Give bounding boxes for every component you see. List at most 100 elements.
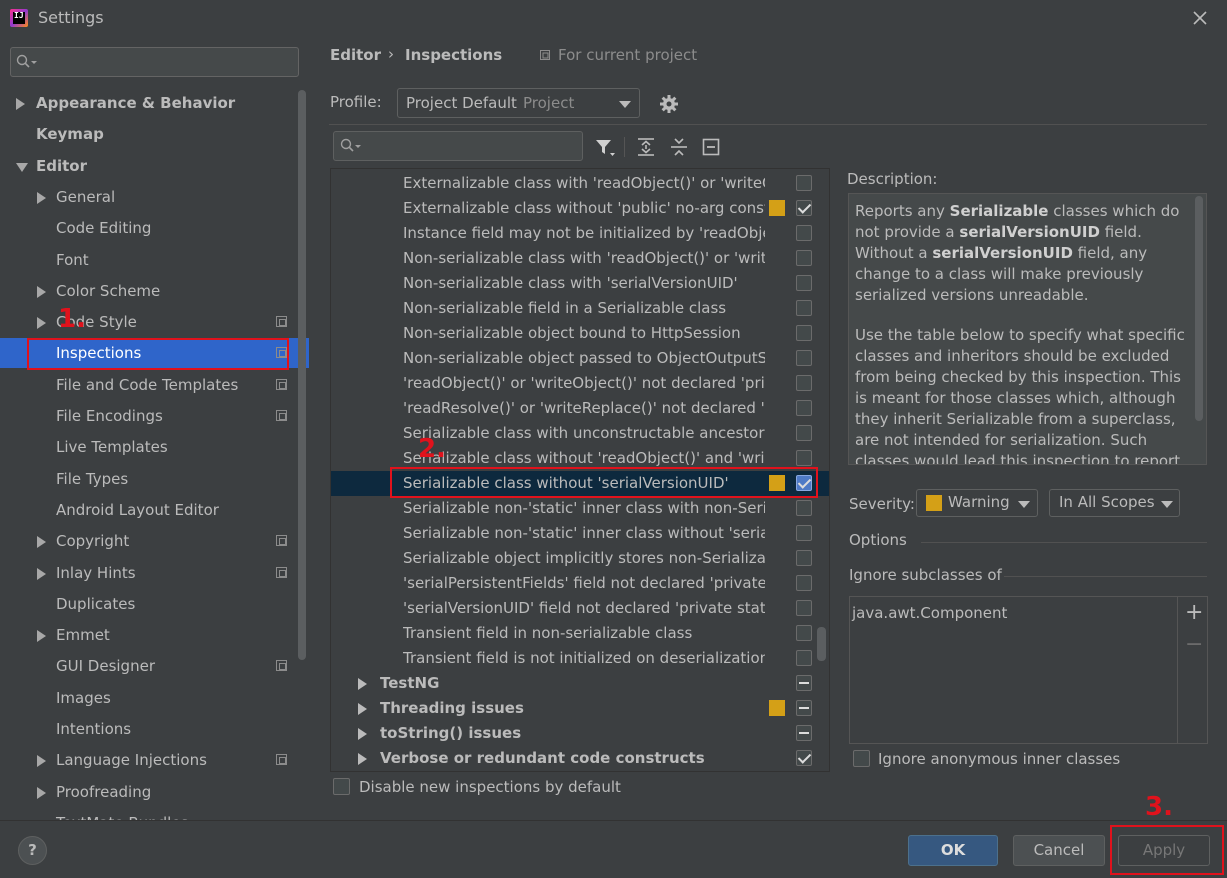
- inspection-tree-scrollbar[interactable]: [817, 627, 826, 661]
- sidebar-item-intentions[interactable]: Intentions: [0, 714, 296, 744]
- inspection-checkbox[interactable]: [796, 225, 812, 241]
- scope-dropdown[interactable]: In All Scopes: [1049, 489, 1180, 517]
- gear-icon[interactable]: [659, 94, 679, 114]
- sidebar-search-input[interactable]: [10, 47, 299, 77]
- inspection-checkbox[interactable]: [796, 350, 812, 366]
- close-icon[interactable]: [1188, 6, 1212, 30]
- inspection-checkbox[interactable]: [796, 725, 812, 741]
- sidebar-item-inlay-hints[interactable]: Inlay Hints: [0, 558, 296, 588]
- breadcrumb-editor[interactable]: Editor: [330, 46, 381, 64]
- inspection-row[interactable]: Instance field may not be initialized by…: [331, 221, 829, 246]
- inspection-row[interactable]: Non-serializable class with 'serialVersi…: [331, 271, 829, 296]
- inspection-checkbox[interactable]: [796, 375, 812, 391]
- collapse-all-icon[interactable]: [668, 136, 690, 158]
- ignore-list-item[interactable]: java.awt.Component: [852, 604, 1007, 622]
- sidebar-item-code-editing[interactable]: Code Editing: [0, 213, 296, 243]
- chevron-right-icon[interactable]: [358, 703, 367, 715]
- sidebar-item-file-types[interactable]: File Types: [0, 464, 296, 494]
- inspection-checkbox[interactable]: [796, 700, 812, 716]
- inspection-row[interactable]: Serializable class with unconstructable …: [331, 421, 829, 446]
- sidebar-item-editor[interactable]: Editor: [0, 151, 296, 181]
- ignore-anonymous-checkbox[interactable]: [853, 750, 870, 767]
- sidebar-item-textmate-bundles[interactable]: TextMate Bundles: [0, 808, 296, 820]
- inspection-checkbox[interactable]: [796, 575, 812, 591]
- inspection-row[interactable]: 'serialVersionUID' field not declared 'p…: [331, 596, 829, 621]
- add-icon[interactable]: +: [1185, 600, 1203, 625]
- sidebar-item-appearance-behavior[interactable]: Appearance & Behavior: [0, 88, 296, 118]
- sidebar-item-general[interactable]: General: [0, 182, 296, 212]
- remove-icon[interactable]: −: [1185, 632, 1203, 657]
- inspection-filter-input[interactable]: [333, 131, 583, 161]
- inspection-checkbox[interactable]: [796, 675, 812, 691]
- sidebar-item-code-style[interactable]: Code Style: [0, 307, 296, 337]
- chevron-right-icon[interactable]: [37, 567, 46, 580]
- severity-dropdown[interactable]: Warning: [916, 489, 1038, 517]
- inspection-row[interactable]: 'readObject()' or 'writeObject()' not de…: [331, 371, 829, 396]
- inspection-checkbox[interactable]: [796, 750, 812, 766]
- sidebar-item-duplicates[interactable]: Duplicates: [0, 589, 296, 619]
- inspection-row[interactable]: Non-serializable field in a Serializable…: [331, 296, 829, 321]
- inspection-group-row[interactable]: Threading issues: [331, 696, 829, 721]
- chevron-right-icon[interactable]: [358, 728, 367, 740]
- inspection-group-row[interactable]: TestNG: [331, 671, 829, 696]
- chevron-down-icon[interactable]: [16, 162, 28, 172]
- chevron-right-icon[interactable]: [37, 755, 46, 768]
- chevron-right-icon[interactable]: [37, 536, 46, 549]
- sidebar-item-language-injections[interactable]: Language Injections: [0, 745, 296, 775]
- inspection-checkbox[interactable]: [796, 250, 812, 266]
- inspection-row[interactable]: Serializable object implicitly stores no…: [331, 546, 829, 571]
- sidebar-item-proofreading[interactable]: Proofreading: [0, 777, 296, 807]
- filter-icon[interactable]: [594, 136, 616, 158]
- sidebar-item-copyright[interactable]: Copyright: [0, 526, 296, 556]
- sidebar-item-keymap[interactable]: Keymap: [0, 119, 296, 149]
- inspection-row[interactable]: Externalizable class without 'public' no…: [331, 196, 829, 221]
- description-scrollbar[interactable]: [1195, 196, 1203, 421]
- inspection-checkbox[interactable]: [796, 500, 812, 516]
- inspection-checkbox[interactable]: [796, 175, 812, 191]
- chevron-right-icon[interactable]: [37, 317, 46, 330]
- inspection-checkbox[interactable]: [796, 325, 812, 341]
- sidebar-item-font[interactable]: Font: [0, 245, 296, 275]
- inspection-checkbox[interactable]: [796, 600, 812, 616]
- ok-button[interactable]: OK: [908, 835, 998, 866]
- chevron-right-icon[interactable]: [37, 285, 46, 298]
- inspection-row[interactable]: Serializable non-'static' inner class wi…: [331, 496, 829, 521]
- disable-new-inspections-checkbox[interactable]: [333, 778, 350, 795]
- sidebar-item-live-templates[interactable]: Live Templates: [0, 432, 296, 462]
- expand-all-icon[interactable]: [635, 136, 657, 158]
- inspection-row[interactable]: 'serialPersistentFields' field not decla…: [331, 571, 829, 596]
- sidebar-scrollbar[interactable]: [298, 90, 306, 660]
- inspection-checkbox[interactable]: [796, 275, 812, 291]
- inspection-checkbox[interactable]: [796, 625, 812, 641]
- help-button[interactable]: ?: [18, 836, 47, 865]
- inspection-row[interactable]: 'readResolve()' or 'writeReplace()' not …: [331, 396, 829, 421]
- inspection-checkbox[interactable]: [796, 650, 812, 666]
- inspection-group-row[interactable]: toString() issues: [331, 721, 829, 746]
- inspection-checkbox[interactable]: [796, 525, 812, 541]
- inspection-checkbox[interactable]: [796, 450, 812, 466]
- cancel-button[interactable]: Cancel: [1013, 835, 1105, 866]
- chevron-right-icon[interactable]: [358, 678, 367, 690]
- chevron-right-icon[interactable]: [358, 753, 367, 765]
- inspection-checkbox[interactable]: [796, 200, 812, 216]
- reset-icon[interactable]: [700, 136, 722, 158]
- inspection-row[interactable]: Transient field in non-serializable clas…: [331, 621, 829, 646]
- inspection-row[interactable]: Non-serializable class with 'readObject(…: [331, 246, 829, 271]
- sidebar-item-gui-designer[interactable]: GUI Designer: [0, 651, 296, 681]
- chevron-right-icon[interactable]: [37, 630, 46, 643]
- sidebar-item-file-and-code-templates[interactable]: File and Code Templates: [0, 370, 296, 400]
- inspection-row[interactable]: Non-serializable object bound to HttpSes…: [331, 321, 829, 346]
- inspection-group-row[interactable]: Verbose or redundant code constructs: [331, 746, 829, 771]
- inspection-row[interactable]: Transient field is not initialized on de…: [331, 646, 829, 671]
- inspection-checkbox[interactable]: [796, 550, 812, 566]
- inspection-row[interactable]: Serializable non-'static' inner class wi…: [331, 521, 829, 546]
- inspection-row[interactable]: Non-serializable object passed to Object…: [331, 346, 829, 371]
- profile-dropdown[interactable]: Project Default Project: [397, 88, 640, 118]
- sidebar-item-color-scheme[interactable]: Color Scheme: [0, 276, 296, 306]
- chevron-right-icon[interactable]: [37, 191, 46, 204]
- sidebar-item-images[interactable]: Images: [0, 683, 296, 713]
- inspection-checkbox[interactable]: [796, 425, 812, 441]
- inspection-row[interactable]: Externalizable class with 'readObject()'…: [331, 171, 829, 196]
- inspection-checkbox[interactable]: [796, 300, 812, 316]
- sidebar-item-file-encodings[interactable]: File Encodings: [0, 401, 296, 431]
